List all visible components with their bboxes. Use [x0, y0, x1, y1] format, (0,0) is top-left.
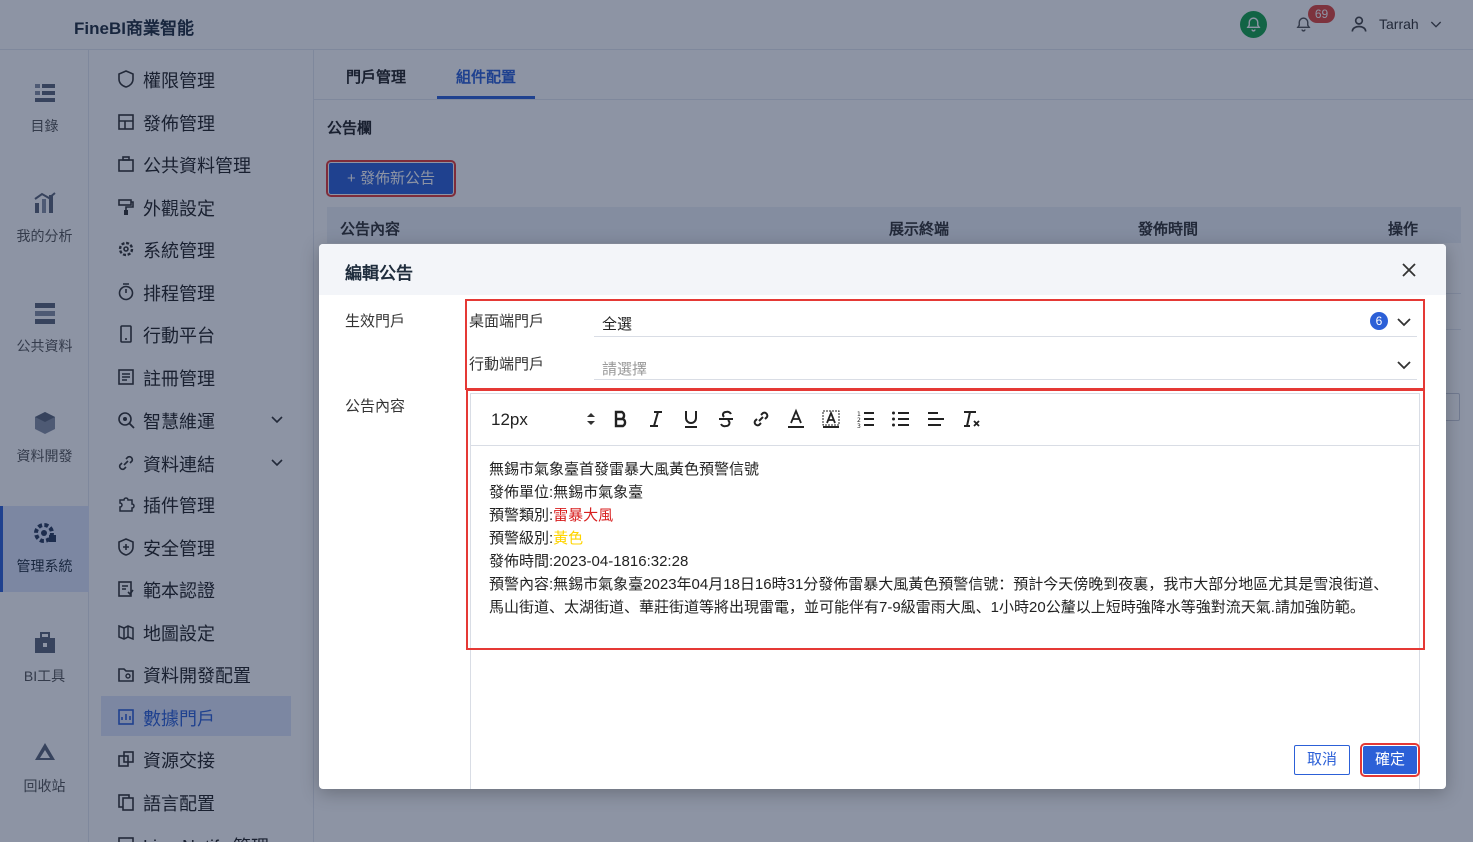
field-label: 發佈單位:	[489, 484, 554, 501]
effective-portal-label: 生效門戶	[345, 313, 406, 330]
bullet-list-button[interactable]	[890, 408, 912, 430]
editor-toolbar: 12px 123	[471, 394, 1419, 446]
mobile-portal-placeholder: 請選擇	[602, 361, 648, 378]
editor-body[interactable]: 無錫市氣象臺首發雷暴大風黃色預警信號 發佈單位:無錫市氣象臺 預警類別:雷暴大風…	[489, 458, 1399, 619]
strikethrough-icon	[719, 410, 733, 428]
announcement-content-label: 公告內容	[345, 398, 406, 415]
clear-format-icon	[964, 411, 980, 427]
field-label: 預警級別:	[489, 530, 554, 547]
selected-count-badge: 6	[1370, 312, 1388, 330]
bold-button[interactable]	[610, 408, 632, 430]
edit-announcement-dialog: 編輯公告 生效門戶 公告內容 桌面端門戶 全選 6 行動端門戶 請選擇 12px…	[319, 244, 1446, 789]
field-value: 2023-04-1816:32:28	[553, 553, 689, 570]
desktop-portal-label: 桌面端門戶	[469, 313, 545, 330]
mobile-portal-label: 行動端門戶	[469, 356, 545, 373]
background-color-button[interactable]	[820, 408, 842, 430]
highlight-icon	[822, 410, 840, 428]
text-line: 預警內容:無錫市氣象臺2023年04月18日16時31分發佈雷暴大風黃色預警信號…	[489, 573, 1399, 619]
ordered-list-icon: 123	[857, 411, 874, 430]
dialog-header: 編輯公告	[319, 244, 1446, 295]
italic-button[interactable]	[645, 408, 667, 430]
field-label: 發佈時間:	[489, 553, 554, 570]
portal-selectors: 桌面端門戶 全選 6 行動端門戶 請選擇	[465, 299, 1425, 390]
link-icon	[753, 411, 769, 427]
font-color-icon	[788, 408, 804, 428]
text-line: 預警類別:雷暴大風	[489, 504, 1399, 527]
text-line: 無錫市氣象臺首發雷暴大風黃色預警信號	[489, 461, 760, 478]
bold-icon	[614, 410, 627, 428]
underline-icon	[685, 411, 697, 428]
updown-arrows-icon[interactable]	[585, 410, 597, 428]
close-icon[interactable]	[1399, 260, 1419, 280]
link-button[interactable]	[750, 408, 772, 430]
chevron-down-icon[interactable]	[1396, 357, 1412, 373]
warning-type-value: 雷暴大風	[553, 507, 614, 524]
align-button[interactable]	[925, 408, 947, 430]
confirm-button[interactable]: 確定	[1360, 743, 1420, 777]
rich-text-editor[interactable]: 12px 123 無錫市氣象臺首發雷暴大風黃色預警信號 發佈單位:無錫市氣象臺 …	[470, 393, 1420, 789]
mobile-portal-select[interactable]: 請選擇	[594, 347, 1417, 380]
clear-format-button[interactable]	[960, 408, 982, 430]
font-size-select[interactable]: 12px	[491, 410, 528, 430]
field-label: 預警內容:	[489, 576, 554, 593]
text-line: 預警級別:黃色	[489, 527, 1399, 550]
cancel-button[interactable]: 取消	[1294, 745, 1350, 775]
text-line: 發佈時間:2023-04-1816:32:28	[489, 550, 1399, 573]
field-label: 預警類別:	[489, 507, 554, 524]
bullet-list-icon	[892, 411, 909, 427]
strikethrough-button[interactable]	[715, 408, 737, 430]
svg-text:3: 3	[857, 423, 861, 430]
field-value: 無錫市氣象臺	[553, 484, 644, 501]
font-color-button[interactable]	[785, 408, 807, 430]
dialog-title: 編輯公告	[345, 264, 413, 283]
align-left-icon	[928, 412, 944, 426]
text-line: 發佈單位:無錫市氣象臺	[489, 481, 1399, 504]
chevron-down-icon[interactable]	[1396, 314, 1412, 330]
underline-button[interactable]	[680, 408, 702, 430]
ordered-list-button[interactable]: 123	[855, 408, 877, 430]
desktop-portal-select[interactable]: 全選 6	[594, 304, 1417, 337]
desktop-portal-value: 全選	[602, 316, 633, 333]
field-value: 無錫市氣象臺2023年04月18日16時31分發佈雷暴大風黃色預警信號：預計今天…	[489, 576, 1389, 616]
warning-level-value: 黃色	[553, 530, 584, 547]
italic-icon	[650, 411, 662, 427]
